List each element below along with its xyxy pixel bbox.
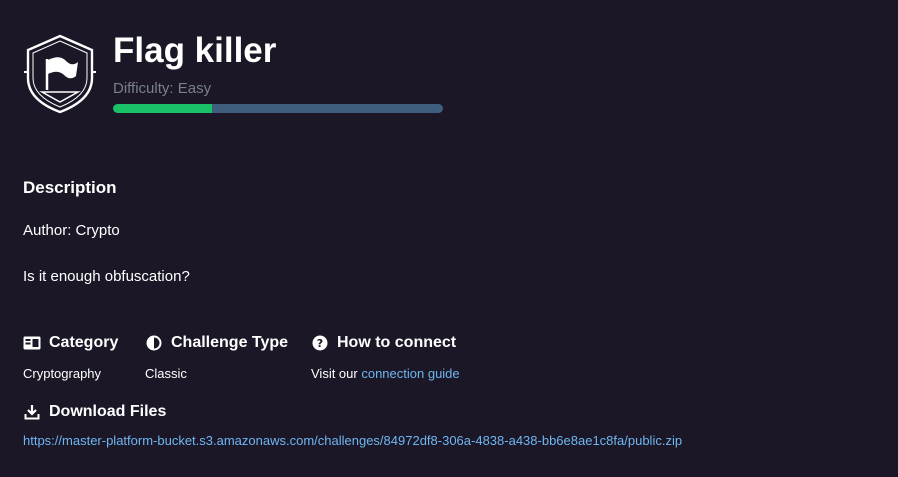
difficulty-progress-fill [113, 104, 212, 113]
challenge-header: Flag killer Difficulty: Easy [22, 32, 443, 116]
challenge-type-value: Classic [145, 366, 187, 381]
difficulty-progress-bar [113, 104, 443, 113]
how-to-connect-heading: How to connect [337, 334, 457, 351]
download-icon [23, 403, 41, 421]
id-card-icon [23, 334, 41, 352]
title-block: Flag killer Difficulty: Easy [113, 32, 443, 113]
shield-flag-logo-icon [24, 34, 96, 114]
download-heading: Download Files [49, 403, 167, 420]
category-value: Cryptography [23, 366, 102, 381]
challenge-page: Flag killer Difficulty: Easy Description… [0, 0, 898, 477]
download-file-link[interactable]: https://master-platform-bucket.s3.amazon… [23, 433, 682, 448]
download-section: Download Files https://master-platform-b… [23, 403, 682, 448]
description-author: Author: Crypto [23, 222, 120, 239]
description-heading: Description [23, 178, 117, 197]
challenge-type-heading: Challenge Type [171, 334, 289, 351]
challenge-type-section: Challenge Type Classic [145, 334, 288, 381]
svg-text:?: ? [317, 337, 323, 350]
how-to-connect-section: ? How to connect Visit our connection gu… [311, 334, 460, 381]
how-to-connect-prefix: Visit our [311, 366, 362, 381]
description-body: Is it enough obfuscation? [23, 268, 190, 285]
question-circle-icon: ? [311, 334, 329, 352]
category-section: Category Cryptography [23, 334, 118, 381]
category-heading: Category [49, 334, 119, 351]
how-to-connect-value: Visit our connection guide [311, 366, 460, 381]
challenge-title: Flag killer [113, 31, 277, 70]
half-circle-icon [145, 334, 163, 352]
difficulty-label: Difficulty: Easy [113, 80, 212, 97]
connection-guide-link[interactable]: connection guide [361, 366, 459, 381]
